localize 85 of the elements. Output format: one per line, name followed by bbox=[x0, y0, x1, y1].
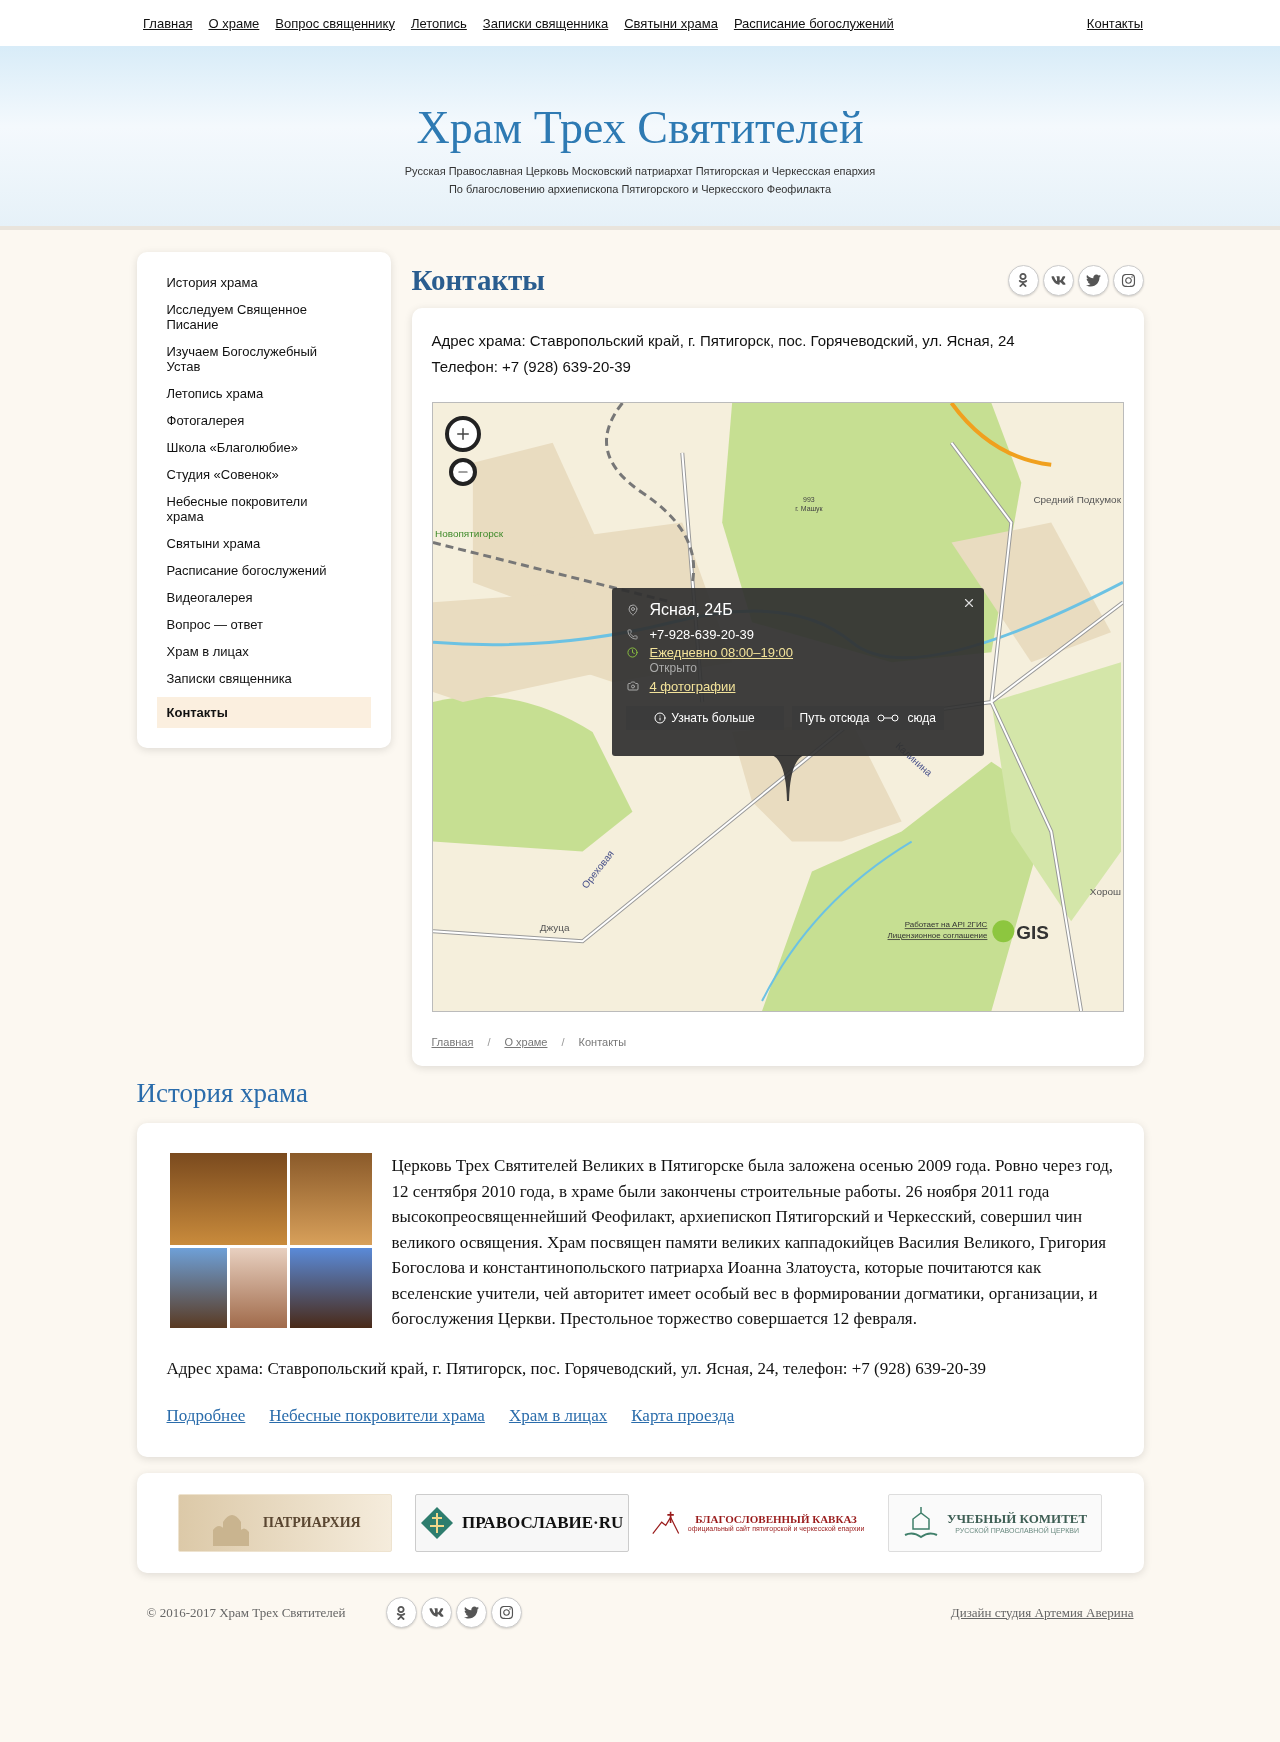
person-icon bbox=[1016, 273, 1030, 287]
sidebar-item[interactable]: Вопрос — ответ bbox=[156, 612, 371, 637]
social-button[interactable] bbox=[455, 1597, 487, 1628]
sidebar-item[interactable]: Школа «Благолюбие» bbox=[156, 435, 371, 460]
sidebar-item[interactable]: Видеогалерея bbox=[156, 585, 371, 610]
letter-icon bbox=[428, 1605, 444, 1620]
bird-icon bbox=[1085, 272, 1101, 288]
bird-icon bbox=[463, 1605, 479, 1620]
camera-icon bbox=[498, 1605, 514, 1620]
logo-circle-icon bbox=[991, 920, 1014, 943]
nav-link[interactable]: Вопрос священнику bbox=[275, 15, 395, 31]
social-button[interactable] bbox=[1042, 264, 1074, 296]
more-button[interactable]: Узнать больше bbox=[625, 706, 784, 730]
place-title: Ясная, 24Б bbox=[649, 601, 733, 619]
partner-name: ПАТРИАРХИЯ bbox=[263, 1514, 361, 1531]
history-text: Церковь Трех Святителей Великих в Пятигорске была заложена осенью 2009 года. Ровно через год, 12 сентября 2010 года, в храме были закончены строительные работы. 26 ноября 2011 года высокопреосвященнейший Феофилакт, архиепископ Пятигорский и Черкесский, совершил чин великого освящения. Храм посвящен памяти великих каппадокийцев Василия Великого, Григория Богослова и константинопольского патриарха Иоанна Златоуста, которые почитаются как вселенские учители, чей авторитет имеет особый вес в формировании догматики, организации, и богослужения Церкви. Престольное торжество совершается 12 февраля. bbox=[391, 1155, 1114, 1330]
sidebar-item[interactable]: Изучаем Богослужебный Устав bbox=[156, 339, 371, 379]
sidebar-item[interactable]: Исследуем Священное Писание bbox=[156, 297, 371, 337]
sidebar-item[interactable]: Записки священника bbox=[156, 666, 371, 691]
sidebar-item[interactable]: Небесные покровители храма bbox=[156, 489, 371, 529]
history-link[interactable]: Карта проезда bbox=[631, 1403, 735, 1429]
history-link[interactable]: Храм в лицах bbox=[508, 1403, 608, 1429]
history-link[interactable]: Небесные покровители храма bbox=[269, 1403, 485, 1429]
hours-link[interactable]: Ежедневно 08:00–19:00 bbox=[649, 644, 794, 660]
clock-icon bbox=[627, 646, 638, 658]
attribution-link[interactable]: Лицензионное соглашение bbox=[887, 931, 987, 941]
partner-name: БЛАГОСЛОВЕННЫЙ КАВКАЗ bbox=[695, 1513, 857, 1525]
sidebar-item[interactable]: Летопись храма bbox=[156, 381, 371, 406]
partner-name: ПРАВОСЛАВИЕ·RU bbox=[461, 1512, 624, 1533]
social-button[interactable] bbox=[490, 1597, 522, 1628]
partner-name: УЧЕБНЫЙ КОМИТЕТ bbox=[947, 1511, 1088, 1526]
route-icon bbox=[877, 713, 900, 723]
address-text: Адрес храма: Ставропольский край, г. Пятигорск, пос. Горячеводский, ул. Ясная, 24, телефон: +7 (928) 639-20-39 bbox=[166, 1357, 987, 1380]
section-title: История храма bbox=[136, 1078, 309, 1109]
history-link[interactable]: Подробнее bbox=[166, 1403, 246, 1429]
breadcrumb-separator: / bbox=[561, 1036, 565, 1048]
nav-link[interactable]: Контакты bbox=[1086, 15, 1143, 31]
social-button[interactable] bbox=[1077, 264, 1109, 296]
breadcrumb-current: Контакты bbox=[578, 1036, 627, 1048]
partner-banner[interactable]: ПРАВОСЛАВИЕ·RU bbox=[414, 1493, 629, 1552]
pin-icon bbox=[626, 604, 639, 616]
map-label: Новопятигорск bbox=[434, 527, 503, 539]
social-button[interactable] bbox=[420, 1597, 452, 1628]
nav-link[interactable]: О храме bbox=[208, 15, 260, 31]
open-status: Открыто bbox=[648, 660, 698, 676]
site-subtitle: Русская Православная Церковь Московский патриархат Пятигорская и Черкесская епархия bbox=[404, 163, 876, 179]
sidebar-item[interactable]: Расписание богослужений bbox=[156, 558, 371, 583]
nav-link[interactable]: Главная bbox=[143, 15, 193, 31]
credit-link[interactable]: Дизайн студия Артемия Аверина bbox=[950, 1604, 1134, 1621]
attribution-link[interactable]: Работает на API 2ГИС bbox=[904, 920, 987, 930]
sidebar-item[interactable]: Контакты bbox=[156, 697, 371, 728]
social-button[interactable] bbox=[385, 1597, 417, 1628]
map-label: Джуца bbox=[539, 922, 569, 934]
breadcrumb-separator: / bbox=[487, 1036, 491, 1048]
map-label: Средний Подкумок bbox=[1032, 493, 1121, 505]
church-book-icon bbox=[903, 1504, 939, 1541]
page-title: Контакты bbox=[411, 263, 545, 297]
nav-link[interactable]: Летопись bbox=[410, 15, 467, 31]
partner-banner[interactable]: ПАТРИАРХИЯ bbox=[177, 1493, 392, 1552]
sidebar-item[interactable]: Студия «Совенок» bbox=[156, 462, 371, 487]
breadcrumb-link[interactable]: Главная bbox=[431, 1036, 474, 1048]
sidebar-item[interactable]: Фотогалерея bbox=[156, 408, 371, 433]
camera-icon bbox=[1120, 272, 1136, 288]
contact-line: Адрес храма: Ставропольский край, г. Пятигорск, пос. Горячеводский, ул. Ясная, 24 bbox=[431, 331, 1016, 351]
map-label: Хорош bbox=[1089, 886, 1121, 898]
info-icon bbox=[654, 712, 667, 724]
sidebar-item[interactable]: История храма bbox=[156, 270, 371, 295]
site-subtitle: По благословению архиепископа Пятигорского и Черкесского Феофилакта bbox=[448, 181, 832, 197]
social-button[interactable] bbox=[1112, 264, 1144, 296]
nav-link[interactable]: Записки священника bbox=[482, 15, 609, 31]
copyright-text: © 2016-2017 Храм Трех Святителей bbox=[146, 1604, 346, 1621]
phone-text: +7-928-639-20-39 bbox=[649, 626, 754, 642]
contact-line: Телефон: +7 (928) 639-20-39 bbox=[431, 357, 632, 377]
nav-link[interactable]: Расписание богослужений bbox=[733, 15, 894, 31]
social-button[interactable] bbox=[1007, 264, 1039, 296]
photos-link[interactable]: 4 фотографии bbox=[649, 678, 736, 694]
map-logo: GIS bbox=[1015, 922, 1049, 944]
sidebar-item[interactable]: Святыни храма bbox=[156, 531, 371, 556]
sidebar-item[interactable]: Храм в лицах bbox=[156, 639, 371, 664]
phone-icon bbox=[627, 628, 638, 640]
camera-icon bbox=[626, 680, 639, 692]
cross-emblem-icon bbox=[419, 1505, 454, 1540]
nav-link[interactable]: Святыни храма bbox=[624, 15, 718, 31]
site-title: Храм Трех Святителей bbox=[416, 100, 864, 154]
breadcrumb-link[interactable]: О храме bbox=[504, 1036, 548, 1048]
